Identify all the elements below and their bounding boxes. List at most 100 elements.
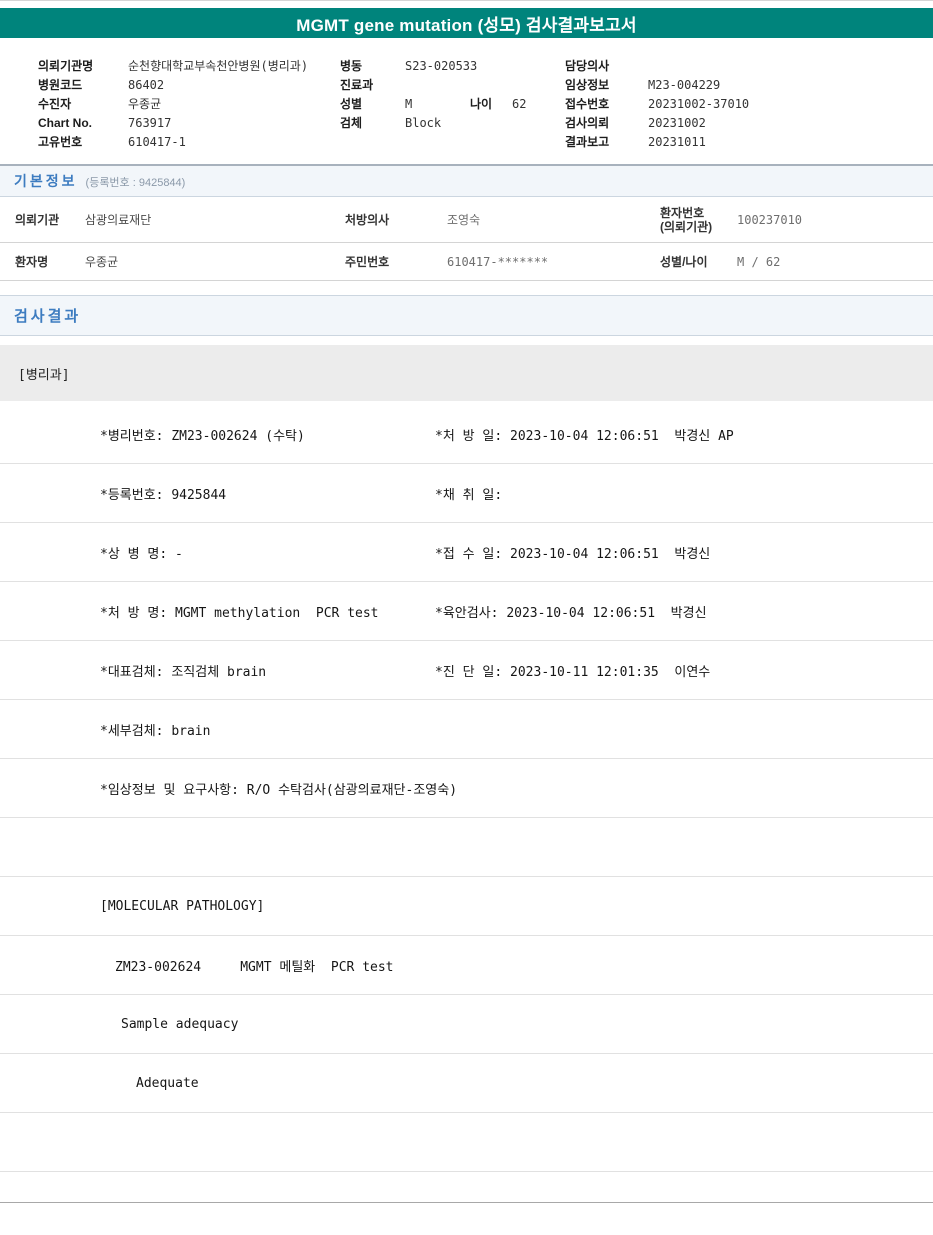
header-middle-column: 병동 S23-020533 진료과 성별 M 나이 62 검체 Block (340, 56, 565, 151)
field-specimen: 검체 Block (340, 113, 565, 132)
results-title: 검사결과 (14, 308, 82, 325)
result-left: *임상정보 및 요구사항: R/O 수탁검사(삼광의료재단-조영숙) (100, 782, 458, 798)
field-clinical-info: 임상정보 M23-004229 (565, 75, 933, 94)
field-value: 우종균 (128, 97, 162, 111)
label-patient-no-line2: (의뢰기관) (660, 219, 713, 234)
value-patient-no: 100237010 (737, 212, 803, 227)
result-row-registration-no: *등록번호: 9425844 *채 취 일: (0, 464, 933, 523)
field-test-request-date: 검사의뢰 20231002 (565, 113, 933, 132)
value-patient-name: 우종균 (85, 255, 119, 269)
field-requesting-org: 의뢰기관명 순천향대학교부속천안병원(병리과) (38, 56, 340, 75)
field-label: Chart No. (38, 115, 92, 130)
field-attending-doctor: 담당의사 (565, 56, 933, 75)
result-row-diagnosis-name: *상 병 명: - *접 수 일: 2023-10-04 12:06:51 박경… (0, 523, 933, 582)
result-row-adequate: Adequate (0, 1054, 933, 1113)
field-label: 병원코드 (38, 78, 83, 92)
field-label: 검체 (340, 116, 363, 130)
result-row-footer-blank (0, 1172, 933, 1203)
value-resident-no: 610417-******* (447, 254, 549, 269)
result-left: Sample adequacy (121, 1016, 239, 1032)
field-department: 진료과 (340, 75, 565, 94)
result-right: *처 방 일: 2023-10-04 12:06:51 박경신 AP (435, 428, 734, 444)
result-left: ZM23-002624 MGMT 메틸화 PCR test (115, 959, 394, 975)
result-row-sample-adequacy: Sample adequacy (0, 995, 933, 1054)
result-row-pathology-no: *병리번호: ZM23-002624 (수탁) *처 방 일: 2023-10-… (0, 405, 933, 464)
field-value: 순천향대학교부속천안병원(병리과) (128, 59, 309, 73)
result-row-sub-specimen: *세부검체: brain (0, 700, 933, 759)
result-left: *등록번호: 9425844 (100, 487, 227, 503)
label-requesting-org: 의뢰기관 (15, 213, 60, 227)
field-label: 검사의뢰 (565, 116, 610, 130)
field-value: 610417-1 (128, 134, 186, 149)
field-label: 결과보고 (565, 135, 610, 149)
result-left: *처 방 명: MGMT methylation PCR test (100, 605, 379, 621)
results-section-header: 검사결과 (0, 295, 933, 336)
department-band: [병리과] (0, 345, 933, 401)
result-row-blank (0, 818, 933, 877)
field-ward: 병동 S23-020533 (340, 56, 565, 75)
report-title: MGMT gene mutation (성모) 검사결과보고서 (296, 15, 637, 35)
field-result-report-date: 결과보고 20231011 (565, 132, 933, 151)
basic-info-title: 기본정보 (14, 173, 78, 189)
label-resident-no: 주민번호 (345, 255, 390, 269)
field-label: 임상정보 (565, 78, 610, 92)
value-sex-age: M / 62 (737, 254, 781, 269)
result-row-clinical-info: *임상정보 및 요구사항: R/O 수탁검사(삼광의료재단-조영숙) (0, 759, 933, 818)
field-value: 20231002 (648, 115, 706, 130)
result-row-test-name: ZM23-002624 MGMT 메틸화 PCR test (0, 936, 933, 995)
field-label: 의뢰기관명 (38, 59, 94, 73)
basic-info-row-2: 환자명 우종균 주민번호 610417-******* 성별/나이 M / 62 (0, 243, 933, 281)
field-label: 접수번호 (565, 97, 610, 111)
basic-info-subtitle: (등록번호 : 9425844) (85, 177, 186, 189)
label-patient-name: 환자명 (15, 255, 49, 269)
field-unique-no: 고유번호 610417-1 (38, 132, 340, 151)
field-value: Block (405, 115, 442, 130)
result-right: *접 수 일: 2023-10-04 12:06:51 박경신 (435, 546, 711, 562)
field-value: M23-004229 (648, 77, 721, 92)
field-label: 진료과 (340, 78, 374, 92)
result-left: *대표검체: 조직검체 brain (100, 664, 267, 680)
field-value-sex: M (405, 96, 413, 111)
field-label: 담당의사 (565, 59, 610, 73)
header-right-column: 담당의사 임상정보 M23-004229 접수번호 20231002-37010… (565, 56, 933, 151)
result-right: *진 단 일: 2023-10-11 12:01:35 이연수 (435, 664, 711, 680)
field-examinee: 수진자 우종균 (38, 94, 340, 113)
field-receipt-no: 접수번호 20231002-37010 (565, 94, 933, 113)
result-row-molecular-pathology-header: [MOLECULAR PATHOLOGY] (0, 877, 933, 936)
field-value: S23-020533 (405, 58, 478, 73)
result-left: Adequate (136, 1075, 199, 1091)
field-label: 병동 (340, 59, 363, 73)
department-label: [병리과] (18, 367, 70, 383)
field-value: 763917 (128, 115, 172, 130)
report-page: MGMT gene mutation (성모) 검사결과보고서 의뢰기관명 순천… (0, 0, 933, 1235)
field-chart-no: Chart No. 763917 (38, 113, 340, 132)
label-patient-no: 환자번호 (의뢰기관) (660, 206, 737, 234)
field-value-age: 62 (512, 96, 527, 111)
label-patient-no-line1: 환자번호 (660, 205, 705, 220)
result-left: *병리번호: ZM23-002624 (수탁) (100, 428, 305, 444)
field-label: 수진자 (38, 97, 72, 111)
field-hospital-code: 병원코드 86402 (38, 75, 340, 94)
value-requesting-org: 삼광의료재단 (85, 213, 152, 227)
result-row-representative-specimen: *대표검체: 조직검체 brain *진 단 일: 2023-10-11 12:… (0, 641, 933, 700)
result-left: *세부검체: brain (100, 723, 211, 739)
field-value: 20231002-37010 (648, 96, 750, 111)
report-title-bar: MGMT gene mutation (성모) 검사결과보고서 (0, 8, 933, 38)
result-left: [MOLECULAR PATHOLOGY] (100, 898, 265, 914)
field-sex-age: 성별 M 나이 62 (340, 94, 565, 113)
field-value: 20231011 (648, 134, 706, 149)
label-sex-age: 성별/나이 (660, 254, 708, 269)
field-label-age: 나이 (470, 97, 493, 111)
result-right: *육안검사: 2023-10-04 12:06:51 박경신 (435, 605, 707, 621)
field-label: 성별 (340, 97, 363, 111)
value-prescribing-doctor: 조영숙 (447, 213, 481, 227)
result-left: *상 병 명: - (100, 546, 183, 562)
result-row-order-name: *처 방 명: MGMT methylation PCR test *육안검사:… (0, 582, 933, 641)
field-label: 고유번호 (38, 135, 83, 149)
header-info: 의뢰기관명 순천향대학교부속천안병원(병리과) 병원코드 86402 수진자 우… (0, 38, 933, 164)
basic-info-section-header: 기본정보 (등록번호 : 9425844) (0, 166, 933, 197)
label-prescribing-doctor: 처방의사 (345, 213, 390, 227)
basic-info-row-1: 의뢰기관 삼광의료재단 처방의사 조영숙 환자번호 (의뢰기관) 10023701… (0, 197, 933, 243)
result-right: *채 취 일: (435, 487, 503, 503)
header-left-column: 의뢰기관명 순천향대학교부속천안병원(병리과) 병원코드 86402 수진자 우… (38, 56, 340, 151)
